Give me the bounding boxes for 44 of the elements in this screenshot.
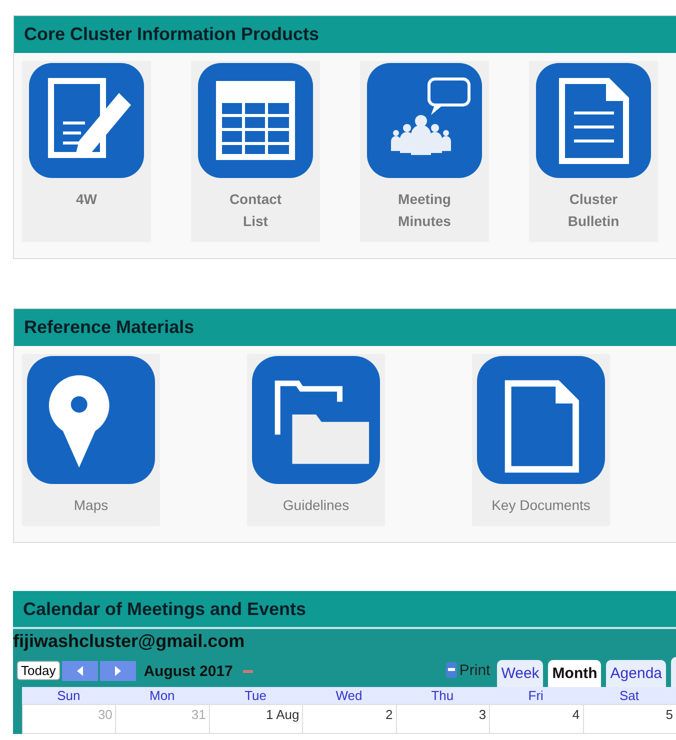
weekday-header: Mon	[115, 687, 209, 704]
pencil-document-icon	[29, 63, 144, 178]
previous-button[interactable]	[62, 661, 98, 681]
weekday-header: Tue	[208, 687, 302, 704]
day-cell[interactable]: 5	[582, 704, 676, 734]
printer-icon	[445, 661, 458, 679]
section-title: Calendar of Meetings and Events	[13, 591, 676, 629]
folders-icon	[252, 356, 380, 484]
today-button[interactable]: Today	[17, 661, 60, 680]
view-tab[interactable]: Month	[548, 660, 602, 687]
tile-link[interactable]: Contact List	[191, 61, 320, 242]
map-pin-icon	[27, 356, 155, 484]
section-title: Core Cluster Information Products	[14, 16, 676, 53]
tile-link[interactable]: Key Documents	[472, 354, 610, 526]
view-tab[interactable]: Week	[497, 660, 544, 687]
print-button[interactable]: Print	[445, 661, 490, 679]
tile-link[interactable]: 4W	[22, 61, 151, 242]
people-speech-bubble-icon	[367, 63, 482, 178]
table-icon	[198, 63, 313, 178]
day-cell[interactable]: 3	[396, 704, 490, 734]
document-lines-icon	[536, 63, 651, 178]
weekday-header: Sat	[582, 687, 676, 704]
section-title: Reference Materials	[14, 309, 676, 346]
document-icon	[477, 356, 605, 484]
weekday-header: Sun	[22, 687, 116, 704]
chevron-right-icon	[114, 666, 122, 676]
day-cell[interactable]: 4	[489, 704, 583, 734]
weekday-header: Thu	[396, 687, 490, 704]
day-cell[interactable]: 31	[115, 704, 209, 734]
day-cell[interactable]: 1 Aug	[208, 704, 302, 734]
tile-link[interactable]: Cluster Bulletin	[529, 61, 658, 242]
weekday-header: Fri	[489, 687, 583, 704]
day-cell[interactable]: 2	[302, 704, 396, 734]
calendar-account: fijiwashcluster@gmail.com	[13, 630, 246, 652]
view-tab[interactable]: Agenda	[606, 660, 666, 687]
month-label: August 2017	[144, 663, 233, 680]
tile-link[interactable]: Guidelines	[247, 354, 385, 526]
tile-link[interactable]: Maps	[22, 354, 160, 526]
tile-link[interactable]: Meeting Minutes	[360, 61, 489, 242]
weekday-header: Wed	[302, 687, 396, 704]
chevron-left-icon	[76, 666, 84, 676]
day-cell[interactable]: 30	[22, 704, 116, 734]
next-button[interactable]	[100, 661, 136, 681]
tab-stub[interactable]	[671, 657, 676, 687]
